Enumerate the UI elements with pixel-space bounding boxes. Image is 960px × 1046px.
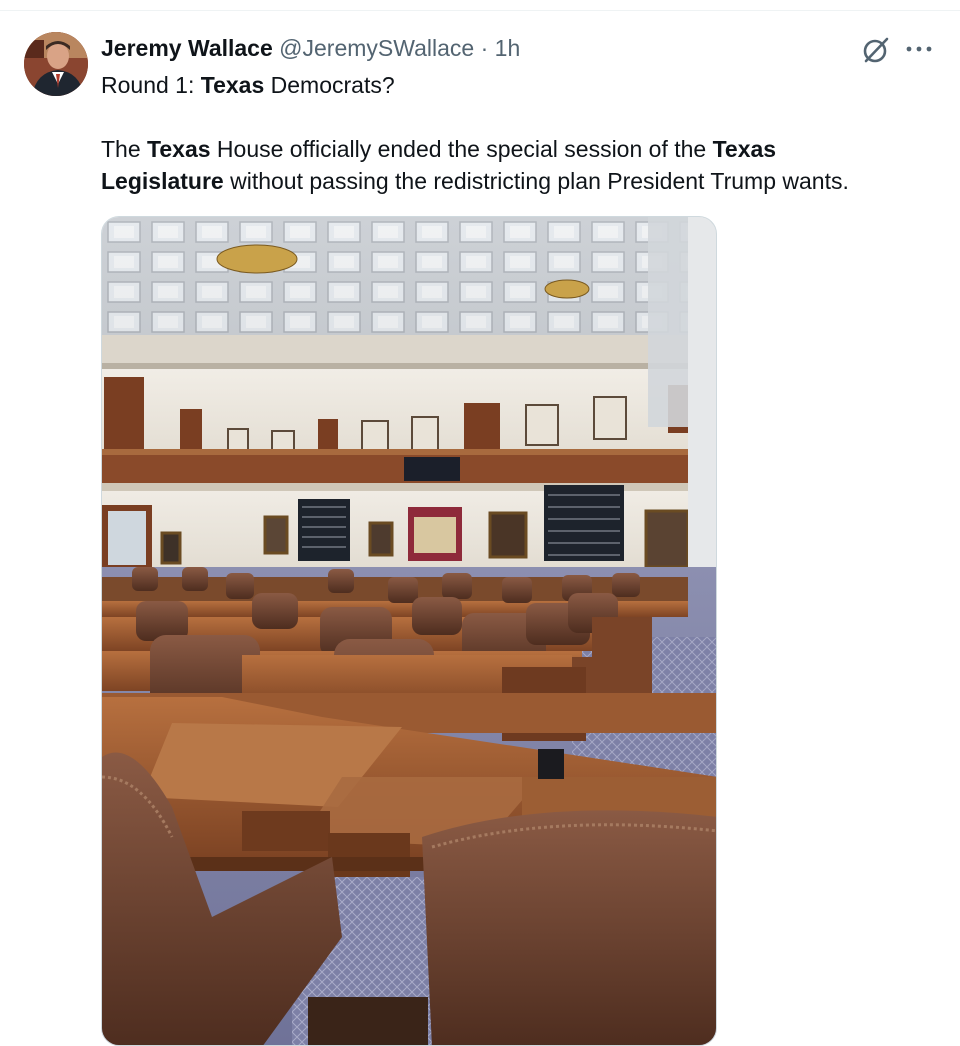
text-run-bold: Legislature (101, 168, 224, 194)
text-run: The (101, 136, 148, 162)
post-timestamp[interactable]: 1h (495, 35, 521, 61)
avatar[interactable] (24, 32, 88, 96)
post-text-line1: Round 1: Texas Democrats? (101, 69, 931, 101)
post-text-spacer (101, 101, 931, 133)
post-header: Jeremy Wallace @JeremySWallace · 1h (101, 34, 520, 62)
text-run-bold: Texas (147, 136, 211, 162)
text-run: Democrats? (264, 72, 395, 98)
text-run-bold: Texas (712, 136, 777, 162)
header-separator: · (480, 35, 489, 61)
more-dots-icon[interactable] (902, 34, 936, 64)
text-run-bold: Texas (200, 72, 265, 98)
post-text: Round 1: Texas Democrats? The Texas Hous… (101, 69, 931, 197)
grok-icon[interactable] (860, 34, 892, 66)
author-name[interactable]: Jeremy Wallace (101, 35, 273, 61)
text-run: House officially ended the special sessi… (210, 136, 713, 162)
post-photo[interactable] (101, 216, 717, 1046)
post-text-body: The Texas House officially ended the spe… (101, 133, 931, 197)
timeline-divider (0, 10, 960, 11)
text-run: Round 1: (101, 72, 201, 98)
author-handle[interactable]: @JeremySWallace (279, 35, 474, 61)
chamber-photo-illustration (102, 217, 716, 1045)
text-run: without passing the redistricting plan P… (223, 168, 849, 194)
